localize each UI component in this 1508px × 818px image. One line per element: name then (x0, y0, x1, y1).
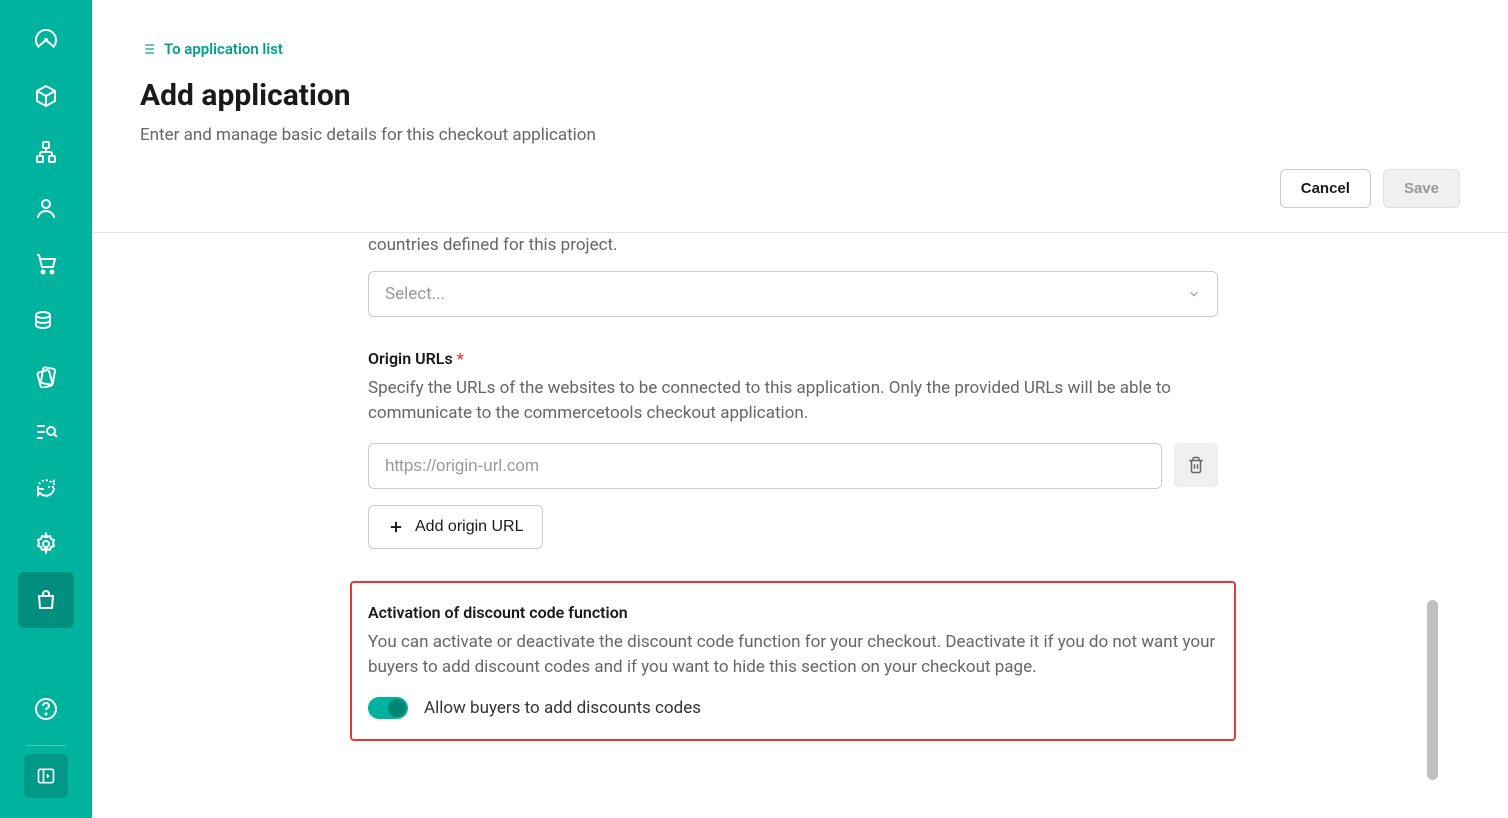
search-list-icon (34, 420, 58, 444)
help-icon (34, 697, 58, 721)
cards-icon (34, 364, 58, 388)
page-subtitle: Enter and manage basic details for this … (140, 125, 1460, 145)
origin-urls-label: Origin URLs * (368, 349, 1218, 368)
sidebar-item-discounts[interactable] (18, 292, 74, 348)
url-input-row (368, 443, 1218, 489)
sidebar-collapse-button[interactable] (24, 754, 68, 798)
breadcrumb-label: To application list (164, 40, 283, 58)
cart-icon (34, 252, 58, 276)
save-button[interactable]: Save (1383, 169, 1460, 208)
discount-section-description: You can activate or deactivate the disco… (368, 630, 1218, 681)
discount-section-title: Activation of discount code function (368, 603, 1218, 622)
hierarchy-icon (34, 140, 58, 164)
plus-icon (387, 518, 405, 536)
sidebar-divider (26, 745, 66, 746)
sidebar-item-cards[interactable] (18, 348, 74, 404)
gear-icon (34, 532, 58, 556)
sidebar-item-settings[interactable] (18, 516, 74, 572)
cube-icon (34, 84, 58, 108)
sidebar-item-orders[interactable] (18, 236, 74, 292)
sidebar-item-dashboard[interactable] (18, 12, 74, 68)
delete-url-button[interactable] (1174, 443, 1218, 487)
header-actions: Cancel Save (140, 169, 1460, 208)
sync-icon (34, 476, 58, 500)
sidebar-item-help[interactable] (18, 681, 74, 737)
shopping-bag-lock-icon (34, 588, 58, 612)
chevron-down-icon (1187, 287, 1201, 301)
countries-help-partial: countries defined for this project. (368, 233, 1218, 259)
sidebar-item-checkout[interactable] (18, 572, 74, 628)
scrollbar-thumb[interactable] (1427, 600, 1438, 780)
toggle-row: Allow buyers to add discounts codes (368, 697, 1218, 719)
sidebar-item-products[interactable] (18, 68, 74, 124)
origin-urls-description: Specify the URLs of the websites to be c… (368, 376, 1218, 427)
toggle-label: Allow buyers to add discounts codes (424, 698, 701, 718)
page-header: To application list Add application Ente… (92, 0, 1508, 233)
collapse-icon (36, 766, 56, 786)
main-content: To application list Add application Ente… (92, 0, 1508, 818)
discount-toggle[interactable] (368, 697, 408, 719)
form-content: countries defined for this project. Sele… (92, 233, 1508, 818)
sidebar-item-categories[interactable] (18, 124, 74, 180)
countries-select[interactable]: Select... (368, 271, 1218, 317)
page-title: Add application (140, 78, 1460, 113)
add-origin-url-button[interactable]: Add origin URL (368, 505, 543, 549)
form-section: countries defined for this project. Sele… (368, 233, 1218, 741)
sidebar-item-sync[interactable] (18, 460, 74, 516)
required-indicator: * (457, 349, 464, 368)
speedometer-icon (34, 28, 58, 52)
select-placeholder: Select... (385, 284, 445, 304)
sidebar (0, 0, 92, 818)
cancel-button[interactable]: Cancel (1280, 169, 1371, 208)
toggle-handle (388, 699, 406, 717)
trash-icon (1187, 456, 1205, 474)
sidebar-item-search[interactable] (18, 404, 74, 460)
origin-url-input[interactable] (368, 443, 1162, 489)
discount-code-section: Activation of discount code function You… (350, 581, 1236, 741)
coins-icon (34, 308, 58, 332)
user-icon (34, 196, 58, 220)
list-icon (140, 41, 156, 57)
sidebar-item-customers[interactable] (18, 180, 74, 236)
breadcrumb-back-link[interactable]: To application list (140, 40, 1460, 58)
